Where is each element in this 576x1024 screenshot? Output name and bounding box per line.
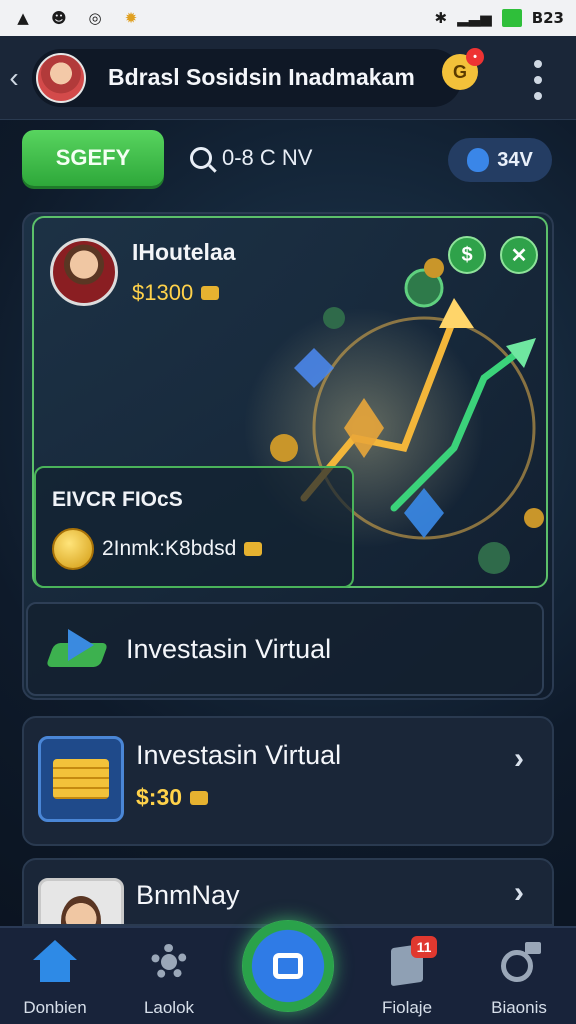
chevron-right-icon[interactable]: › xyxy=(514,876,524,910)
search-icon xyxy=(190,147,212,169)
avatar-icon: ☻ xyxy=(51,9,67,27)
coin-icon xyxy=(244,542,263,556)
card-subtitle: $:30 xyxy=(136,784,209,811)
bluetooth-icon: ✱ xyxy=(434,9,448,27)
profile-block: IHoutelaa $1300 xyxy=(50,238,236,306)
profile-name: IHoutelaa xyxy=(132,238,236,265)
settings-icon: ✹ xyxy=(124,9,138,27)
shield-icon xyxy=(467,148,490,172)
status-bar: ▲ ☻ ◎ ✹ ✱ ▂▃▅ B23 xyxy=(0,0,576,36)
bottom-navigation: Donbien Laolok 11 Fiolaje Biaonis xyxy=(0,920,576,1024)
card-title: Investasin Virtual xyxy=(136,740,342,770)
primary-action-button[interactable]: SGEFY xyxy=(22,130,164,186)
gold-coin-icon xyxy=(52,528,94,570)
close-button[interactable]: ✕ xyxy=(500,236,538,274)
status-time: B23 xyxy=(531,9,564,27)
signal-icon: ▂▃▅ xyxy=(457,9,492,27)
profile-balance-value: $1300 xyxy=(132,279,194,305)
stats-value: 2Inmk:K8bdsd xyxy=(102,537,237,560)
stats-box: EIVCR FIOcS 2Inmk:K8bdsd xyxy=(34,466,354,588)
dollar-icon: $ xyxy=(461,243,473,266)
profile-info: IHoutelaa $1300 xyxy=(132,239,236,306)
invest-virtual-row[interactable]: Investasin Virtual xyxy=(26,602,544,696)
status-right: ✱ ▂▃▅ B23 xyxy=(434,9,564,27)
title-pill: Bdrasl Sosidsin Inadmakam xyxy=(32,48,462,107)
notification-count-badge: 11 xyxy=(411,936,437,958)
profile-avatar[interactable] xyxy=(50,238,118,306)
list-item[interactable]: Investasin Virtual $:30 › xyxy=(22,716,554,846)
hero-highlight: IHoutelaa $1300 $ ✕ EIVCR FIOcS 2Inmk:K8… xyxy=(32,216,548,588)
app-header: ‹ Bdrasl Sosidsin Inadmakam G • xyxy=(0,36,576,120)
page-title: Bdrasl Sosidsin Inadmakam xyxy=(108,64,415,90)
close-icon: ✕ xyxy=(510,244,528,267)
stats-value-row: 2Inmk:K8bdsd xyxy=(52,528,263,570)
balance-pill[interactable]: 34V xyxy=(448,138,552,182)
hero-card: IHoutelaa $1300 $ ✕ EIVCR FIOcS 2Inmk:K8… xyxy=(22,212,554,700)
nav-item-documents[interactable]: 11 Fiolaje xyxy=(352,928,462,1024)
search-text: 0-8 C NV xyxy=(222,145,313,170)
card-amount: $:30 xyxy=(136,784,183,810)
back-chevron-icon[interactable]: ‹ xyxy=(2,62,26,94)
coin-icon xyxy=(201,285,220,300)
gear-icon xyxy=(147,940,191,984)
center-action-button[interactable] xyxy=(242,920,334,1012)
stats-title: EIVCR FIOcS xyxy=(52,488,183,511)
camera-icon xyxy=(273,953,303,979)
chevron-right-icon[interactable]: › xyxy=(514,742,524,776)
document-icon: 11 xyxy=(385,936,437,987)
app-icon: ◎ xyxy=(88,9,102,27)
action-bar: SGEFY 0-8 C NV 34V xyxy=(0,120,576,196)
nav-label: Laolok xyxy=(143,998,195,1017)
play-icon xyxy=(45,629,109,669)
nav-item-settings[interactable]: Laolok xyxy=(114,928,224,1024)
robot-icon xyxy=(497,940,541,984)
invest-virtual-label: Investasin Virtual xyxy=(126,633,332,664)
nav-item-profile[interactable]: Biaonis xyxy=(464,928,574,1024)
nav-label: Fiolaje xyxy=(381,998,433,1017)
list-item[interactable]: BnmNay › xyxy=(22,858,554,926)
user-avatar[interactable] xyxy=(36,52,86,103)
nav-label: Donbien xyxy=(23,998,87,1017)
profile-balance: $1300 xyxy=(132,280,236,306)
nav-item-home[interactable]: Donbien xyxy=(0,928,110,1024)
notification-icon[interactable]: G • xyxy=(442,48,484,90)
notification-badge: • xyxy=(466,48,484,66)
coin-icon xyxy=(190,790,209,805)
balance-value: 34V xyxy=(497,148,533,171)
dollar-button[interactable]: $ xyxy=(448,236,486,274)
profile-thumbnail xyxy=(38,878,124,924)
card-title: BnmNay xyxy=(136,880,240,910)
gold-bars-thumbnail xyxy=(38,736,124,822)
person-icon xyxy=(61,896,101,924)
warning-icon: ▲ xyxy=(17,9,29,27)
gold-bars-icon xyxy=(53,759,109,799)
nav-label: Biaonis xyxy=(491,998,547,1017)
battery-icon xyxy=(501,9,522,27)
home-icon xyxy=(33,940,77,984)
search-field[interactable]: 0-8 C NV xyxy=(190,145,312,171)
more-menu-icon[interactable] xyxy=(526,60,550,100)
